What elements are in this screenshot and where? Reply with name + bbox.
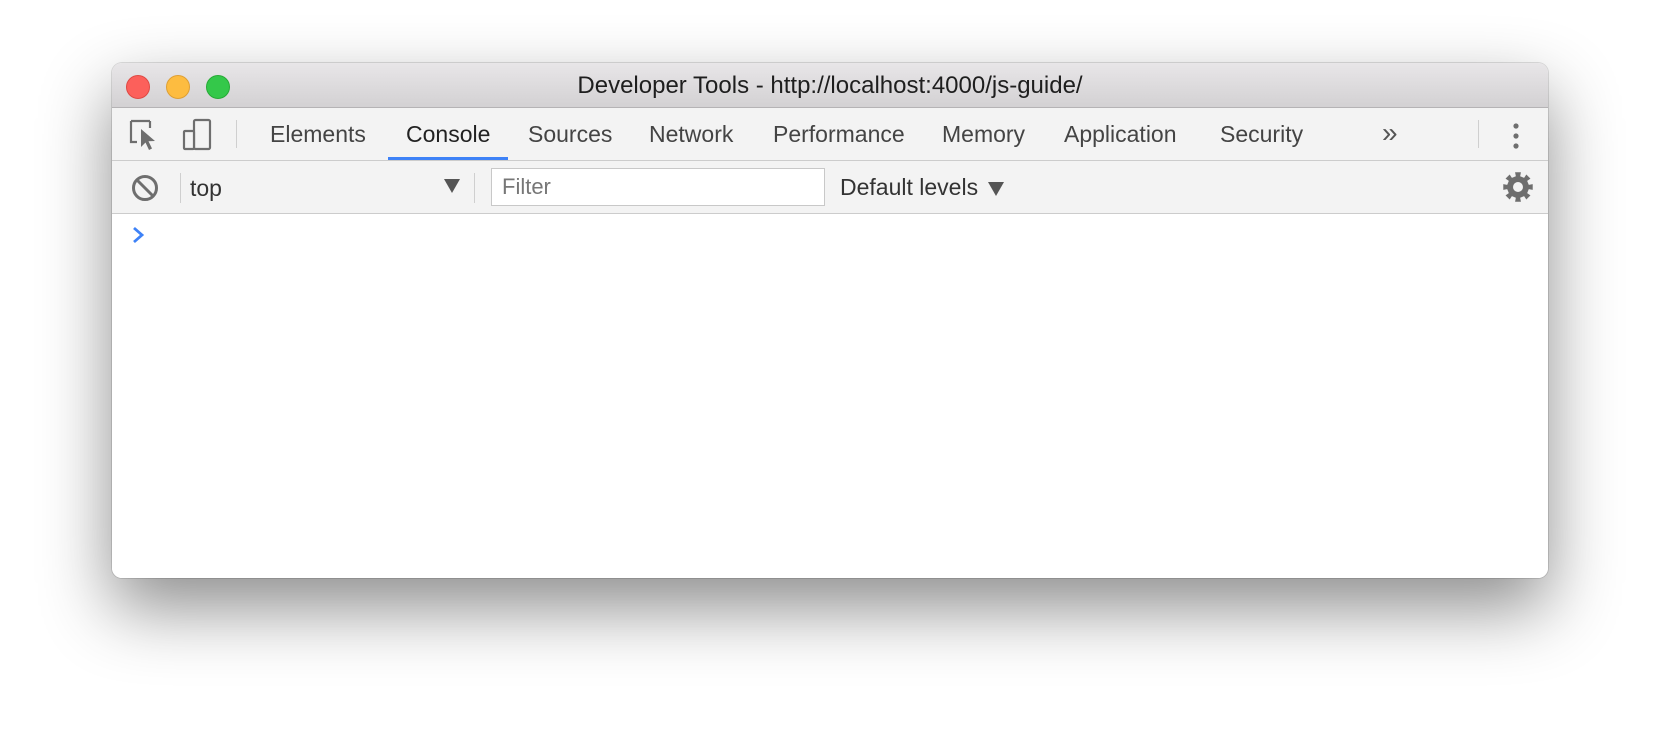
console-prompt-input[interactable] [158, 220, 1528, 250]
panel-tab-bar: Elements Console Sources Network Perform… [112, 108, 1548, 161]
toolbar-divider [236, 120, 237, 148]
devtools-window: Developer Tools - http://localhost:4000/… [112, 63, 1548, 578]
title-bar: Developer Tools - http://localhost:4000/… [112, 63, 1548, 108]
console-toolbar-divider [180, 173, 181, 203]
tab-security[interactable]: Security [1202, 108, 1321, 160]
window-title: Developer Tools - http://localhost:4000/… [577, 72, 1083, 99]
console-output [112, 214, 1548, 578]
toolbar-divider-right [1478, 120, 1479, 148]
inspect-element-icon[interactable] [128, 118, 164, 152]
log-levels-label: Default levels [840, 174, 979, 200]
device-toolbar-icon[interactable] [180, 118, 216, 152]
clear-console-icon[interactable] [130, 173, 160, 203]
context-dropdown-arrow-icon [444, 179, 460, 193]
tab-console[interactable]: Console [388, 108, 509, 160]
tab-performance[interactable]: Performance [755, 108, 923, 160]
filter-input[interactable] [491, 168, 825, 206]
log-levels-dropdown[interactable]: Default levels [840, 169, 1005, 205]
tab-elements[interactable]: Elements [252, 108, 384, 160]
more-options-icon[interactable] [1506, 122, 1526, 150]
tab-application[interactable]: Application [1046, 108, 1195, 160]
log-levels-arrow-icon [988, 181, 1005, 196]
context-value: top [190, 175, 222, 201]
tab-memory[interactable]: Memory [924, 108, 1043, 160]
gear-icon[interactable] [1502, 171, 1534, 203]
console-toolbar-divider-2 [474, 173, 475, 203]
context-selector[interactable]: top [190, 169, 460, 205]
tab-sources[interactable]: Sources [510, 108, 630, 160]
prompt-chevron-icon [130, 224, 148, 246]
tab-network[interactable]: Network [631, 108, 751, 160]
console-toolbar: top Default levels [112, 161, 1548, 214]
more-tabs-button[interactable]: » [1382, 108, 1398, 160]
